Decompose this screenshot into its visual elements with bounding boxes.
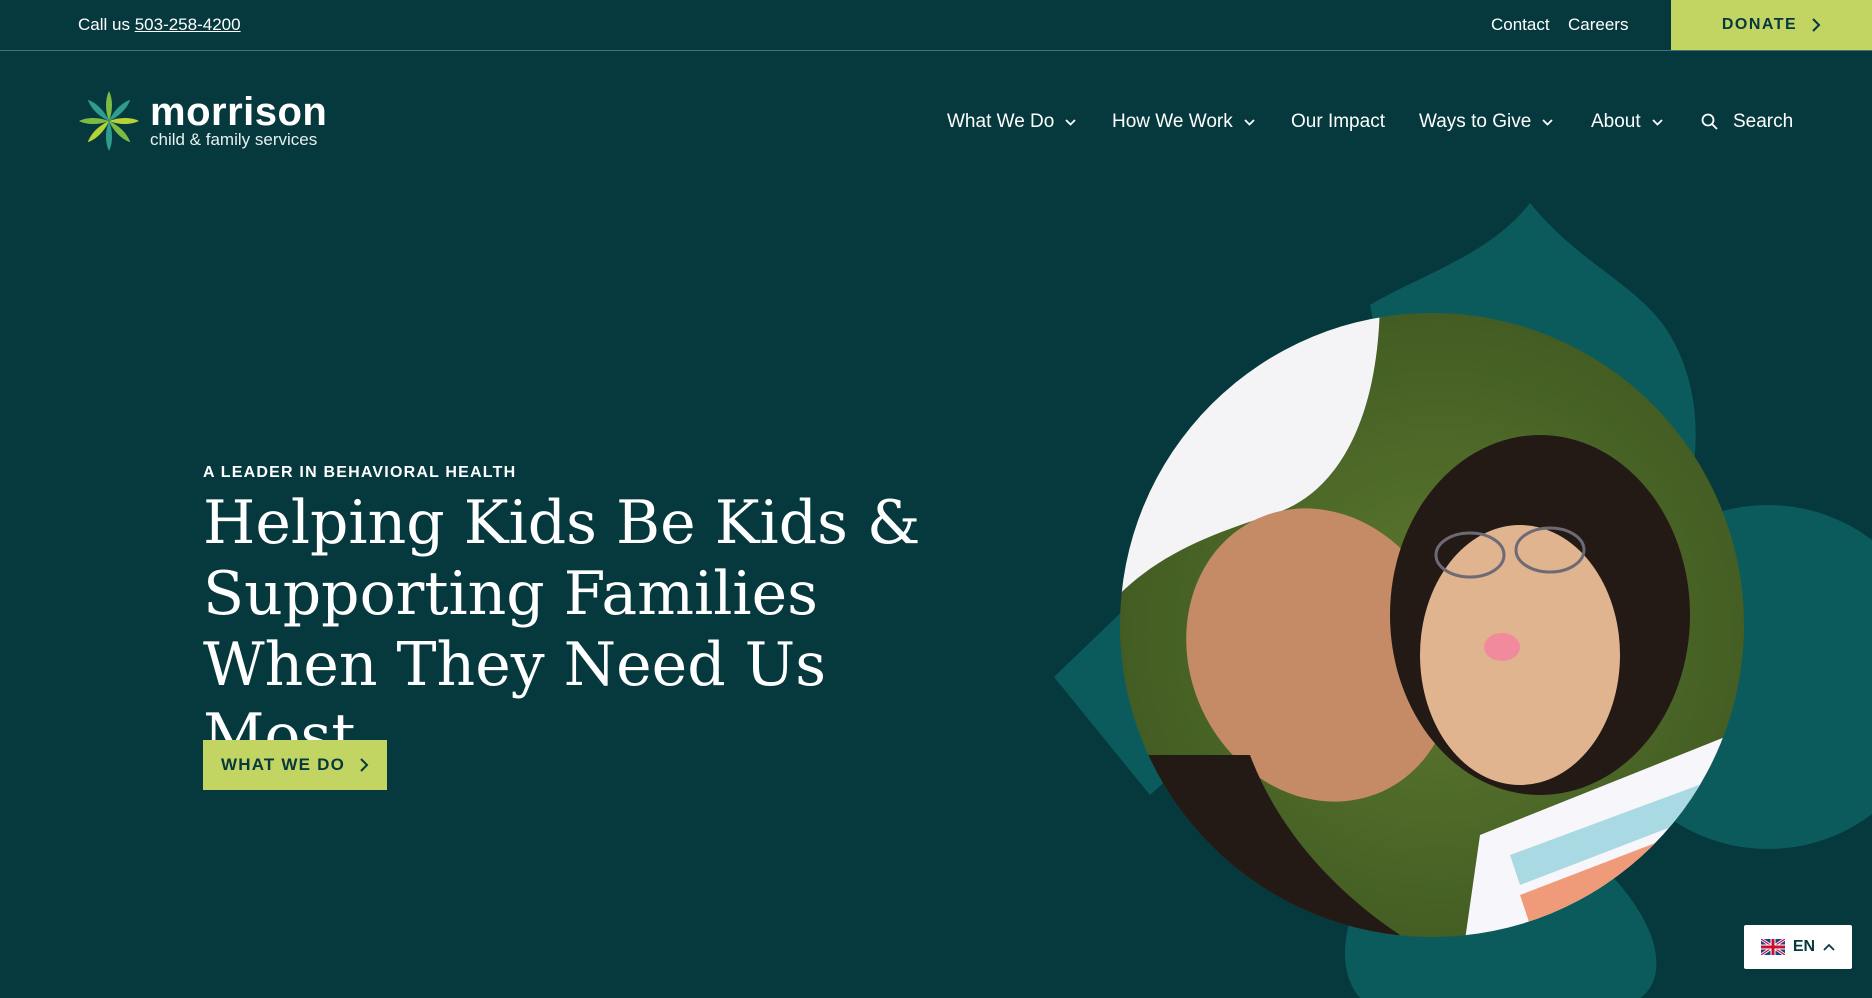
search-label: Search: [1733, 111, 1794, 132]
donate-button[interactable]: DONATE: [1671, 0, 1872, 50]
chevron-down-icon: [1542, 118, 1553, 126]
nav-item-label: How We Work: [1112, 111, 1233, 132]
language-code: EN: [1792, 938, 1816, 955]
nav-item-label: About: [1591, 111, 1641, 132]
call-prefix: Call us: [78, 15, 130, 34]
headline-line: Supporting Families: [203, 559, 818, 629]
site-logo[interactable]: morrison child & family services: [78, 90, 327, 152]
contact-link[interactable]: Contact: [1491, 15, 1550, 35]
chevron-up-icon: [1823, 943, 1835, 951]
chevron-right-icon: [1812, 18, 1821, 32]
logo-wordmark: morrison child & family services: [150, 90, 328, 149]
what-we-do-button[interactable]: WHAT WE DO: [203, 740, 387, 790]
utility-bar: Call us 503-258-4200 Contact Careers DON…: [0, 0, 1872, 51]
nav-item-label: Our Impact: [1291, 111, 1385, 132]
nav-item-label: What We Do: [947, 111, 1055, 132]
hero-headline: Helping Kids Be Kids & Supporting Famili…: [203, 488, 963, 772]
hero-eyebrow: A LEADER IN BEHAVIORAL HEALTH: [203, 464, 517, 481]
uk-flag-icon: [1760, 939, 1785, 955]
logo-tagline: child & family services: [150, 130, 318, 149]
search-icon: [1701, 113, 1718, 130]
pinwheel-logo-icon: [79, 91, 139, 151]
nav-item-label: Ways to Give: [1419, 111, 1532, 132]
nav-item-ways-to-give[interactable]: Ways to Give: [1419, 111, 1554, 133]
hero-illustration: [1054, 203, 1872, 998]
nav-item-what-we-do[interactable]: What We Do: [947, 111, 1077, 133]
headline-line: Helping Kids Be Kids &: [203, 488, 921, 558]
chevron-down-icon: [1244, 118, 1255, 126]
donate-label: DONATE: [1721, 16, 1798, 33]
nav-item-about[interactable]: About: [1591, 111, 1664, 133]
phone-link[interactable]: 503-258-4200: [135, 15, 241, 34]
chevron-down-icon: [1065, 118, 1076, 126]
chevron-down-icon: [1652, 118, 1663, 126]
cta-label: WHAT WE DO: [220, 755, 346, 774]
logo-brand: morrison: [150, 90, 328, 134]
chevron-right-icon: [360, 758, 369, 772]
language-switcher[interactable]: EN: [1744, 925, 1852, 969]
careers-link[interactable]: Careers: [1568, 15, 1628, 35]
nav-item-how-we-work[interactable]: How We Work: [1112, 111, 1256, 133]
nav-item-our-impact[interactable]: Our Impact: [1291, 111, 1385, 133]
search-button[interactable]: Search: [1701, 111, 1793, 133]
call-us: Call us 503-258-4200: [78, 15, 241, 35]
